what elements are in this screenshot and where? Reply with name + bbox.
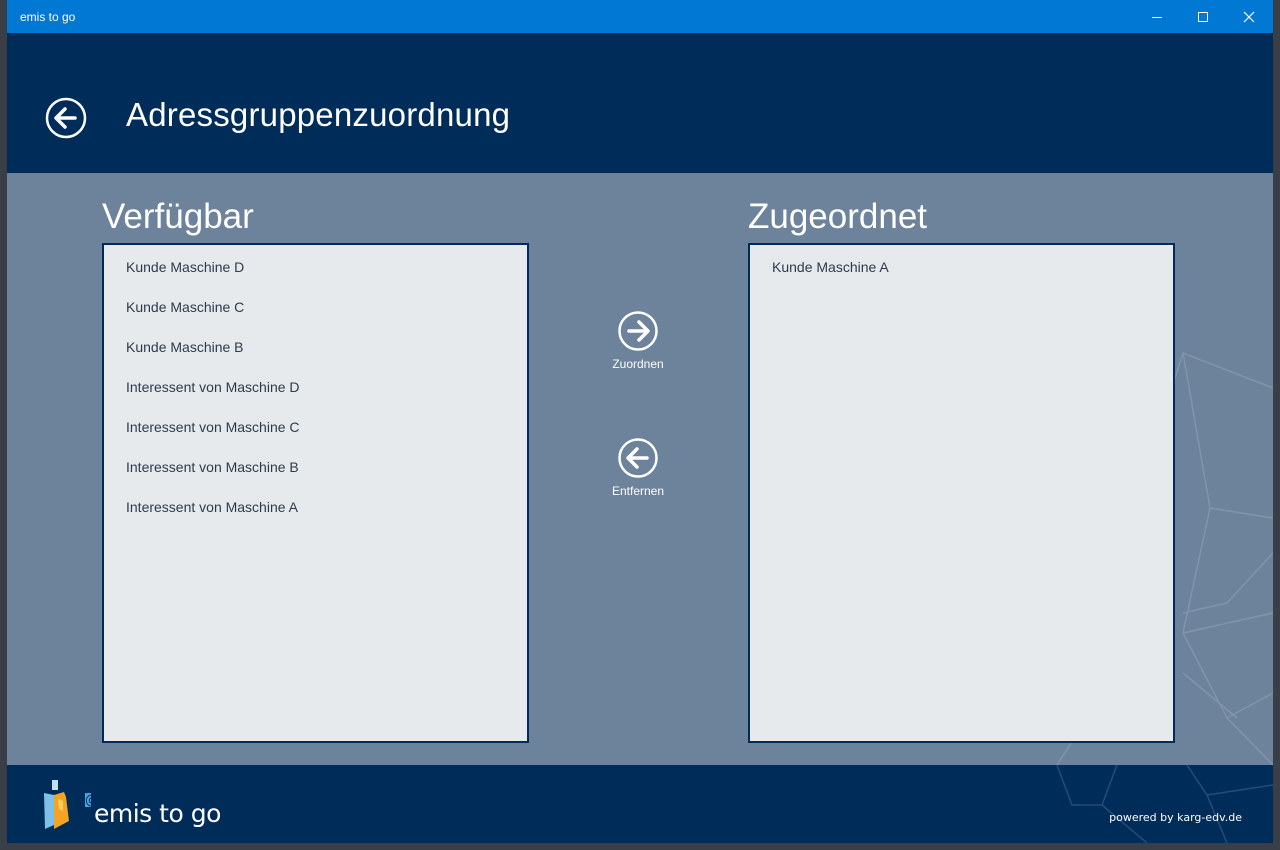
list-item[interactable]: Kunde Maschine C [104, 287, 527, 327]
remove-button[interactable]: Entfernen [598, 437, 678, 498]
available-list[interactable]: Kunde Maschine D Kunde Maschine C Kunde … [102, 243, 529, 743]
maximize-button[interactable] [1180, 0, 1226, 33]
assign-button[interactable]: Zuordnen [598, 310, 678, 371]
list-item[interactable]: Kunde Maschine B [104, 327, 527, 367]
app-footer: @ emis to go powered by karg-edv.de [7, 765, 1273, 843]
assigned-list[interactable]: Kunde Maschine A [748, 243, 1175, 743]
remove-label: Entfernen [611, 484, 665, 498]
page-header: Adressgruppenzuordnung [7, 33, 1273, 173]
list-item[interactable]: Kunde Maschine A [750, 247, 1173, 287]
list-item[interactable]: Interessent von Maschine B [104, 447, 527, 487]
window-titlebar: emis to go [7, 0, 1273, 33]
minimize-button[interactable] [1134, 0, 1180, 33]
page-title: Adressgruppenzuordnung [126, 96, 511, 133]
powered-by-text: powered by karg-edv.de [1109, 811, 1242, 824]
arrow-right-circle-icon [618, 311, 658, 351]
arrow-left-circle-icon [618, 438, 658, 478]
arrow-left-circle-icon [45, 97, 87, 139]
close-button[interactable] [1226, 0, 1272, 33]
close-icon [1243, 11, 1255, 22]
window-title: emis to go [20, 10, 76, 24]
assigned-heading: Zugeordnet [748, 197, 928, 236]
back-button[interactable] [45, 97, 87, 139]
available-heading: Verfügbar [102, 197, 254, 236]
list-item[interactable]: Kunde Maschine D [104, 247, 527, 287]
main-content: Verfügbar Kunde Maschine D Kunde Maschin… [7, 173, 1273, 765]
emis-logo-icon: @ [44, 780, 91, 829]
list-item[interactable]: Interessent von Maschine A [104, 487, 527, 527]
list-item[interactable]: Interessent von Maschine C [104, 407, 527, 447]
footer-logo-text: emis to go [94, 799, 221, 828]
app-window: emis to go Adressgruppenzuordnung Verfüg… [7, 0, 1273, 843]
list-item[interactable]: Interessent von Maschine D [104, 367, 527, 407]
svg-text:@: @ [85, 793, 91, 808]
minimize-icon [1152, 16, 1162, 18]
maximize-icon [1198, 11, 1208, 22]
assign-label: Zuordnen [612, 357, 664, 371]
